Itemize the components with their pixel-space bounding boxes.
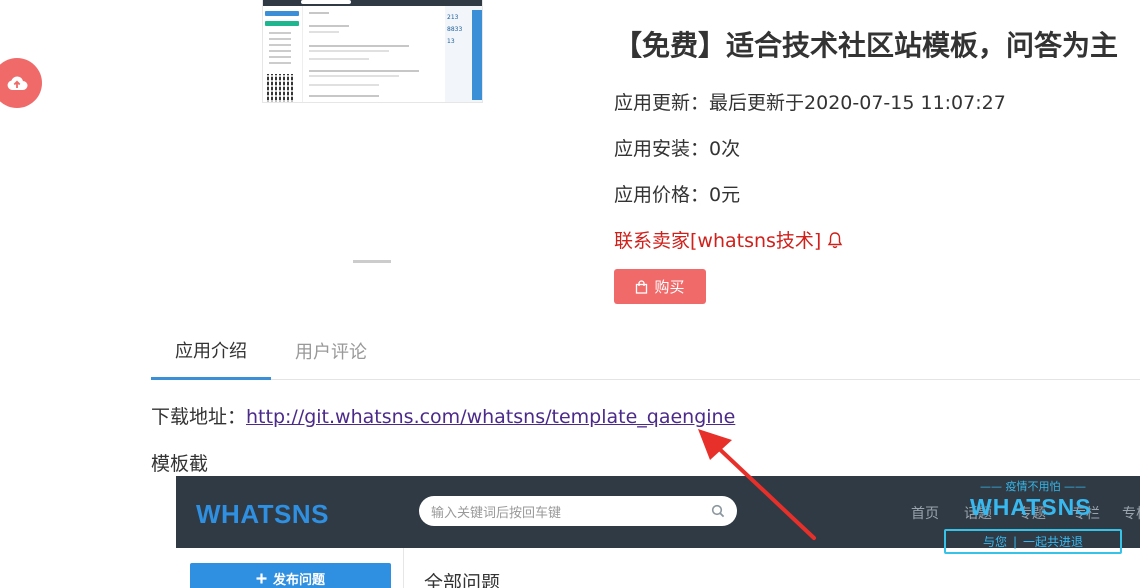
promo-brand: WHATSNS [970,494,1092,520]
annotation-arrow [698,429,816,540]
cloud-upload-icon [7,76,28,90]
product-thumbnail[interactable]: 213 8833 13 [262,0,483,103]
screenshot-post-question-button: 发布问题 [190,563,391,588]
price-info: 应用价格：0元 [614,180,740,207]
thumb-scrollbar [472,10,482,100]
update-label: 应用更新： [614,92,710,114]
promo-top-text: 疫情不用怕 [1005,480,1061,493]
download-label: 下载地址： [151,406,247,428]
promo-right-text: 一起共进退 [1023,535,1084,549]
promo-slogan-box: 与您 | 一起共进退 [944,529,1122,554]
screenshot-nav-home: 首页 [911,506,939,522]
screenshot-nav-more: 专栏 [1122,506,1140,522]
contact-seller-label: 联系卖家[whatsns技术] [614,230,822,252]
plus-icon [256,573,267,583]
update-info: 应用更新：最后更新于2020-07-15 11:07:27 [614,88,1006,115]
tab-user-reviews[interactable]: 用户评论 [271,322,391,379]
thumb-stat: 8833 [447,26,463,33]
promo-left-text: 与您 [982,535,1007,549]
screenshot-logo: WHATSNS [196,499,330,529]
promo-banner: —— 疫情不用怕 —— WHATSNS 与您 | 一起共进退 [944,478,1122,554]
update-value: 最后更新于2020-07-15 11:07:27 [709,92,1006,114]
install-label: 应用安装： [614,138,710,160]
contact-seller-link[interactable]: 联系卖家[whatsns技术] [614,226,843,253]
screenshot-search-placeholder: 输入关键词后按回车键 [431,505,562,521]
download-link[interactable]: http://git.whatsns.com/whatsns/template_… [246,406,735,428]
screenshot-post-question-label: 发布问题 [272,572,325,588]
template-label: 模板截 [151,453,209,475]
install-info: 应用安装：0次 [614,134,740,161]
slider-indicator[interactable] [353,260,391,263]
cloud-upload-button[interactable] [0,58,42,108]
content-tabs: 应用介绍 用户评论 [151,322,1140,380]
download-row: 下载地址：http://git.whatsns.com/whatsns/temp… [151,402,735,429]
install-value: 0次 [709,138,741,160]
promo-top-row: —— 疫情不用怕 —— [980,480,1086,493]
bell-icon [828,231,843,248]
price-label: 应用价格： [614,184,710,206]
thumb-sidebar [263,6,303,102]
price-value: 0元 [709,184,741,206]
screenshot-main-title: 全部问题 [424,572,501,588]
tab-app-intro[interactable]: 应用介绍 [151,322,271,380]
buy-label: 购买 [654,278,685,296]
shopping-bag-icon [636,279,648,294]
buy-button[interactable]: 购买 [614,269,706,304]
product-title: 【免费】适合技术社区站模板，问答为主 [614,29,1119,62]
thumb-stat: 213 [447,14,459,21]
thumb-stat: 13 [447,38,455,45]
